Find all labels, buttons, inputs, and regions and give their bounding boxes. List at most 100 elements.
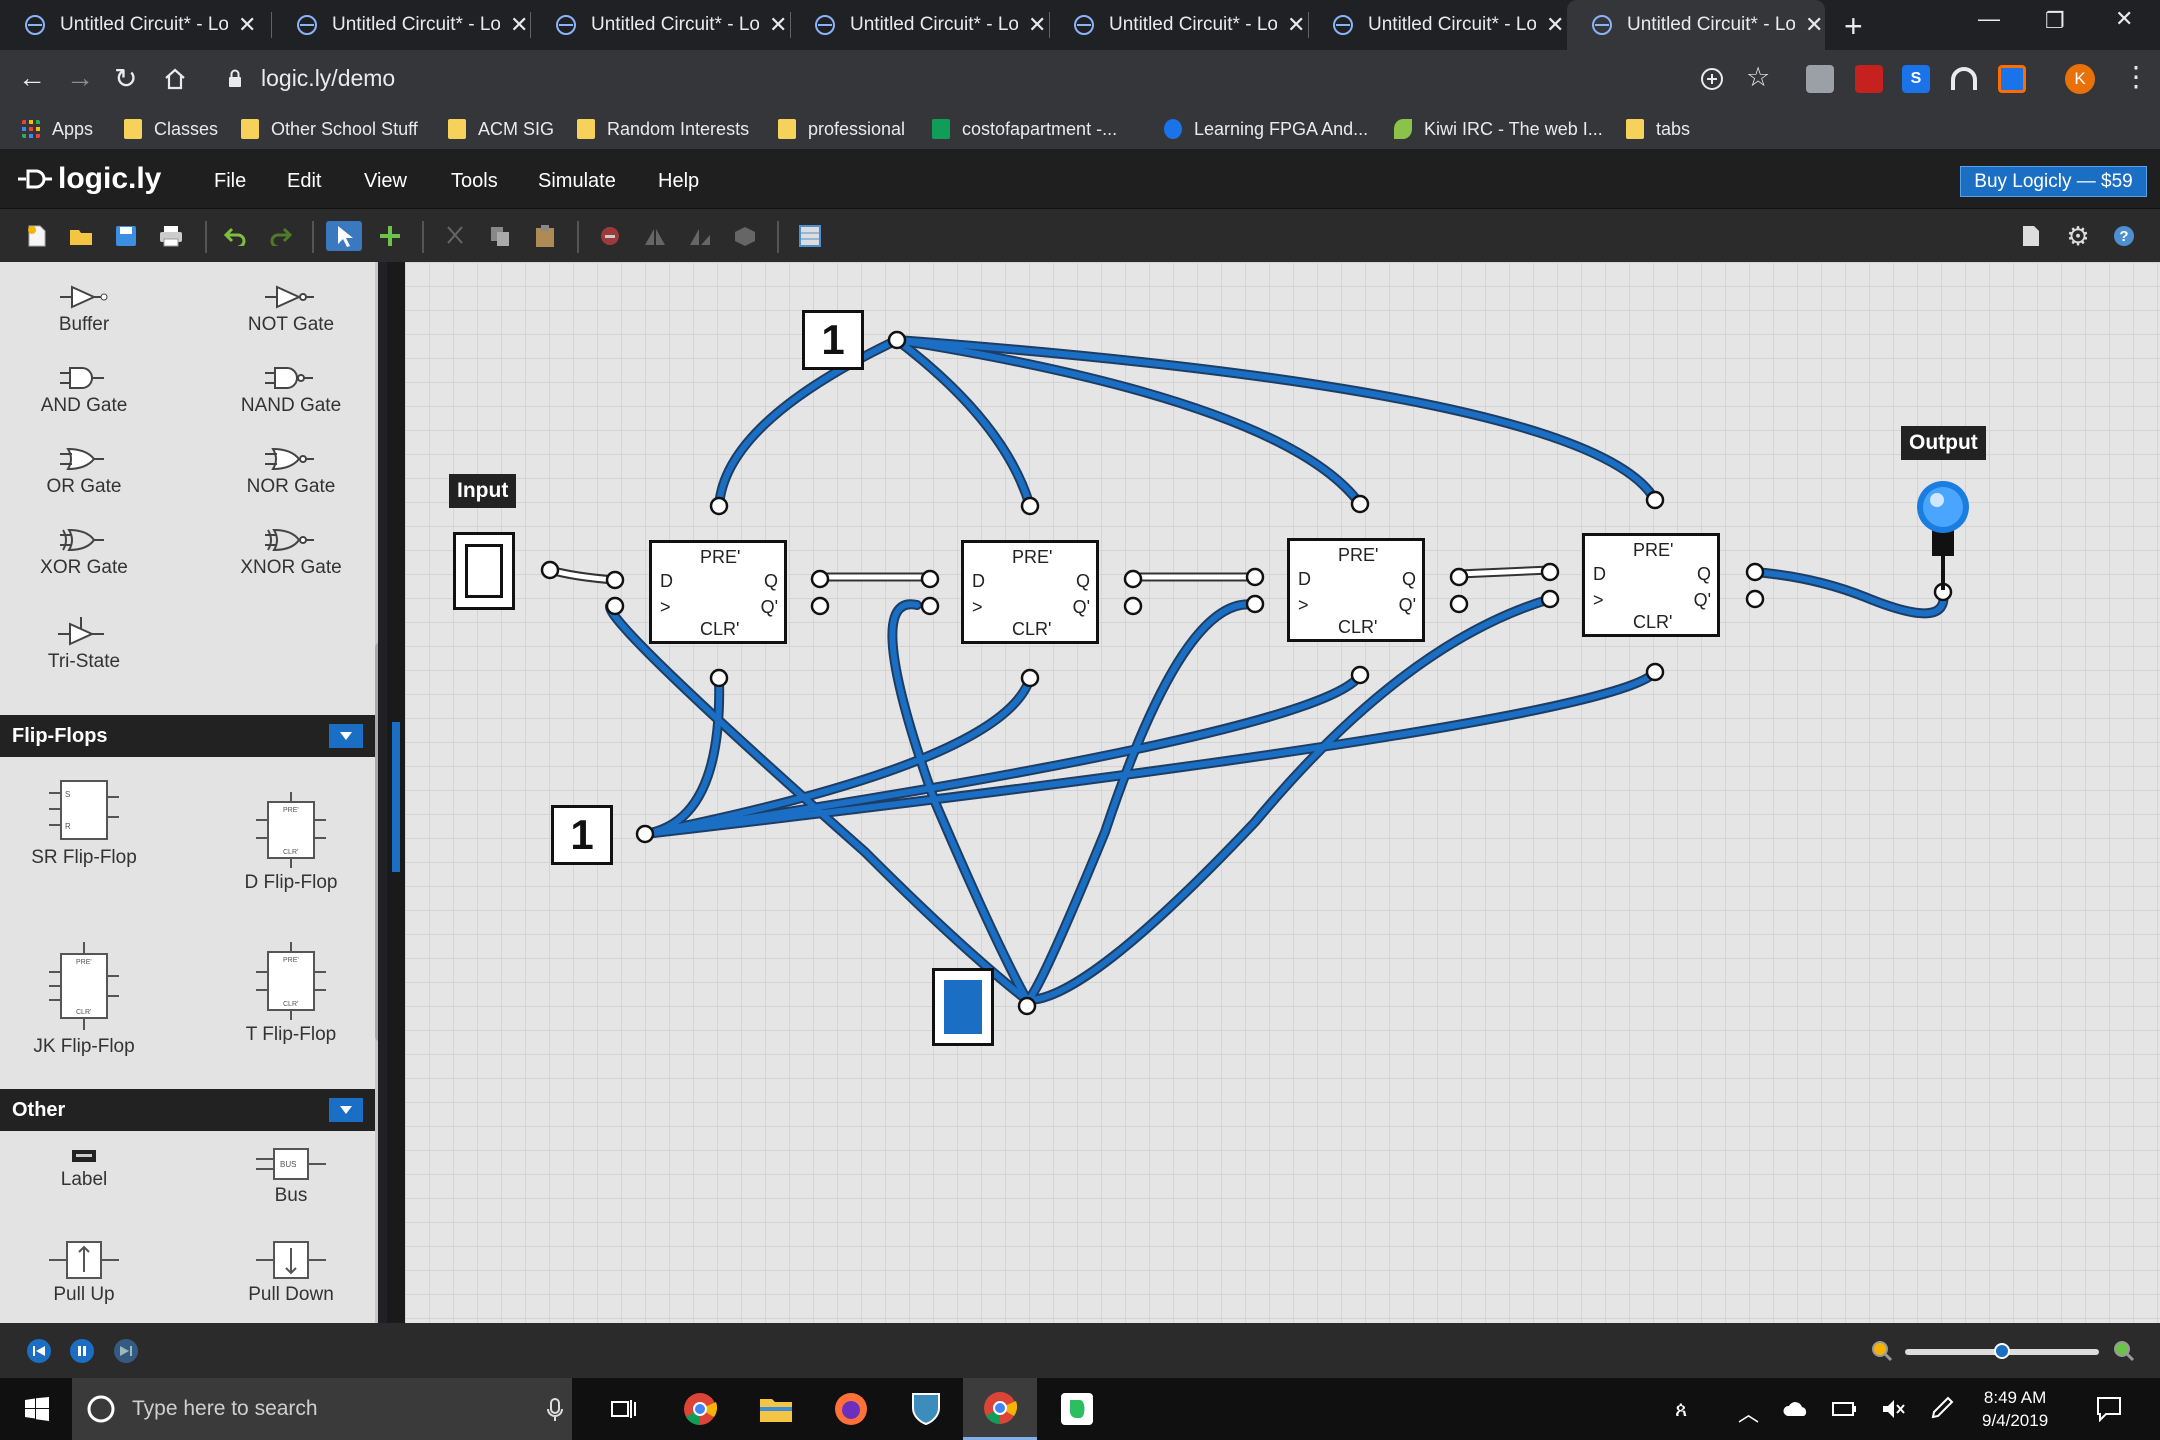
undo-icon[interactable] [220,221,250,251]
onedrive-cloud-icon[interactable] [1782,1400,1810,1418]
close-tab-icon[interactable]: ✕ [1028,12,1046,38]
d-flip-flop-2[interactable]: PRE' D > Q Q' CLR' [961,540,1099,644]
copy-icon[interactable] [485,221,515,251]
browser-tab[interactable]: Untitled Circuit* - Lo ✕ [1308,0,1566,50]
integrated-circuit-icon[interactable] [730,221,760,251]
delete-icon[interactable] [595,221,625,251]
input-toggle-switch[interactable] [453,532,515,610]
help-icon[interactable]: ? [2109,221,2139,251]
reload-icon[interactable]: ↻ [114,62,137,95]
and-gate-component[interactable]: AND Gate [19,365,149,417]
paste-icon[interactable] [530,221,560,251]
zoom-in-icon[interactable] [2112,1339,2136,1363]
file-explorer-icon[interactable] [739,1378,813,1440]
task-view-icon[interactable] [587,1378,661,1440]
bookmark-folder-tabs[interactable]: tabs [1626,114,1690,144]
add-component-icon[interactable] [375,221,405,251]
browser-tab[interactable]: Untitled Circuit* - Lo ✕ [790,0,1048,50]
other-section-header[interactable]: Other [0,1089,375,1131]
bookmark-folder-other-school-stuff[interactable]: Other School Stuff [241,114,418,144]
flip-flops-section-header[interactable]: Flip-Flops [0,715,375,757]
cut-icon[interactable] [440,221,470,251]
chrome-active-taskbar-icon[interactable] [963,1378,1037,1440]
close-tab-icon[interactable]: ✕ [1546,12,1564,38]
taskbar-search-box[interactable]: Type here to search [72,1378,572,1440]
show-hidden-icons-chevron-icon[interactable]: ︿ [1738,1398,1759,1428]
menu-simulate[interactable]: Simulate [538,170,616,193]
firefox-icon[interactable] [814,1378,888,1440]
extension-icon[interactable] [1806,65,1834,93]
bookmark-folder-classes[interactable]: Classes [124,114,218,144]
install-app-icon[interactable] [1699,66,1725,92]
nand-gate-component[interactable]: NAND Gate [226,365,356,417]
open-folder-icon[interactable] [66,221,96,251]
menu-view[interactable]: View [364,170,407,193]
close-tab-icon[interactable]: ✕ [238,12,256,38]
profile-avatar[interactable]: K [2065,64,2095,94]
grid-toggle-icon[interactable] [795,221,825,251]
save-icon[interactable] [111,221,141,251]
menu-file[interactable]: File [214,170,246,193]
clock-toggle-switch[interactable] [932,968,994,1046]
print-icon[interactable] [156,221,186,251]
input-label[interactable]: Input [449,474,517,508]
on-wires[interactable] [607,337,1947,1004]
extension-icon[interactable] [1998,65,2026,93]
menu-tools[interactable]: Tools [451,170,498,193]
bookmark-folder-professional[interactable]: professional [778,114,905,144]
battery-icon[interactable] [1832,1400,1858,1418]
pull-down-component[interactable]: Pull Down [226,1240,356,1306]
bitwarden-icon[interactable] [889,1378,963,1440]
xor-gate-component[interactable]: XOR Gate [19,527,149,579]
bookmark-star-icon[interactable]: ☆ [1746,62,1770,93]
flip-vertical-icon[interactable] [685,221,715,251]
redo-icon[interactable] [266,221,296,251]
t-flip-flop-component[interactable]: PRE' CLR' T Flip-Flop [226,942,356,1046]
splitter-grip[interactable] [392,722,400,872]
people-icon[interactable]: ጰ [1675,1398,1688,1422]
xnor-gate-component[interactable]: XNOR Gate [226,527,356,579]
forward-arrow-icon[interactable]: → [66,62,94,94]
extension-arch-icon[interactable] [1950,66,1978,92]
pause-icon[interactable] [70,1339,94,1363]
flip-horizontal-icon[interactable] [640,221,670,251]
step-forward-icon[interactable] [114,1339,138,1363]
maximize-window-button[interactable]: ❐ [2045,8,2065,34]
evernote-icon[interactable] [1040,1378,1114,1440]
constant-high-left[interactable]: 1 [551,805,613,865]
circuit-canvas[interactable]: Input Output 1 1 PRE' D > Q Q' CLR' PRE'… [405,262,2160,1323]
buffer-component[interactable]: Buffer [19,284,149,336]
not-gate-component[interactable]: NOT Gate [226,284,356,336]
bus-component[interactable]: BUS Bus [226,1147,356,1207]
back-arrow-icon[interactable]: ← [18,62,46,94]
menu-help[interactable]: Help [658,170,699,193]
bookmark-folder-random-interests[interactable]: Random Interests [577,114,749,144]
select-pointer-icon[interactable] [326,221,362,251]
d-flip-flop-4[interactable]: PRE' D > Q Q' CLR' [1582,533,1720,637]
browser-tab[interactable]: Untitled Circuit* - Lo ✕ [0,0,268,50]
microphone-icon[interactable] [547,1398,563,1422]
buy-logicly-button[interactable]: Buy Logicly — $59 [1960,166,2147,197]
chrome-taskbar-icon[interactable] [663,1378,737,1440]
output-label[interactable]: Output [1901,426,1986,460]
d-flip-flop-1[interactable]: PRE' D > Q Q' CLR' [649,540,787,644]
menu-edit[interactable]: Edit [287,170,321,193]
new-file-icon[interactable] [22,221,52,251]
scrollbar-thumb[interactable] [375,642,378,1042]
sidebar-scrollbar[interactable] [375,262,378,1323]
settings-gear-icon[interactable]: ⚙ [2063,221,2093,251]
step-back-icon[interactable] [27,1339,51,1363]
light-bulb-output-icon[interactable] [1917,481,1969,590]
d-flip-flop-3[interactable]: PRE' D > Q Q' CLR' [1287,538,1425,642]
browser-tab-active[interactable]: Untitled Circuit* - Lo ✕ [1567,0,1825,50]
close-tab-icon[interactable]: ✕ [1805,12,1823,38]
bookmark-apps[interactable]: Apps [22,114,93,144]
bookmark-learning-fpga[interactable]: Learning FPGA And... [1164,114,1368,144]
jk-flip-flop-component[interactable]: PRE' CLR' JK Flip-Flop [19,942,149,1058]
new-tab-button[interactable]: + [1844,8,1863,45]
constant-high-top[interactable]: 1 [802,310,864,370]
browser-tab[interactable]: Untitled Circuit* - Lo ✕ [531,0,789,50]
browser-tab[interactable]: Untitled Circuit* - Lo ✕ [272,0,530,50]
close-tab-icon[interactable]: ✕ [1287,12,1305,38]
d-flip-flop-component[interactable]: PRE' CLR' D Flip-Flop [226,792,356,894]
